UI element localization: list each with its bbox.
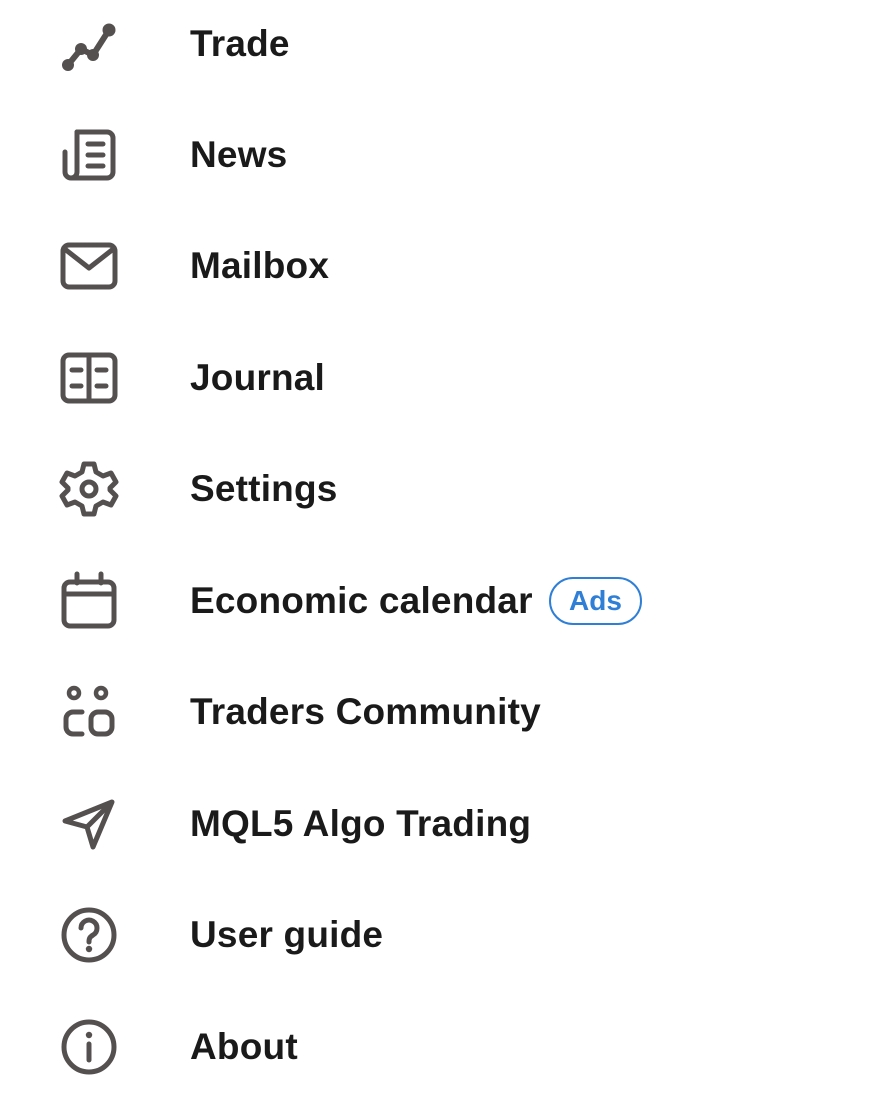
menu-item-mailbox[interactable]: Mailbox: [0, 210, 885, 322]
ads-badge: Ads: [549, 577, 642, 625]
menu-item-news[interactable]: News: [0, 99, 885, 211]
menu-item-traders-community[interactable]: Traders Community: [0, 656, 885, 768]
menu-item-trade[interactable]: Trade: [0, 0, 885, 100]
calendar-icon: [56, 568, 122, 634]
info-icon: [56, 1014, 122, 1080]
menu-item-mql5-algo-trading[interactable]: MQL5 Algo Trading: [0, 768, 885, 880]
menu-item-label: Settings: [190, 468, 338, 509]
gear-icon: [56, 456, 122, 522]
menu-item-label: Mailbox: [190, 245, 330, 286]
mail-icon: [56, 233, 122, 299]
menu-item-label: Traders Community: [190, 691, 541, 732]
journal-icon: [56, 345, 122, 411]
menu-item-label: News: [190, 134, 288, 175]
send-icon: [56, 791, 122, 857]
navigation-menu: Trade News Mailbox Journal Settings Econ…: [0, 0, 885, 1080]
menu-item-label: User guide: [190, 914, 384, 955]
news-icon: [56, 122, 122, 188]
menu-item-economic-calendar[interactable]: Economic calendar Ads: [0, 545, 885, 657]
menu-item-journal[interactable]: Journal: [0, 322, 885, 434]
community-icon: [56, 679, 122, 745]
menu-item-about[interactable]: About: [0, 991, 885, 1103]
help-icon: [56, 902, 122, 968]
trade-chart-icon: [56, 11, 122, 77]
menu-item-settings[interactable]: Settings: [0, 433, 885, 545]
menu-item-label: About: [190, 1026, 298, 1067]
menu-item-label: Economic calendar: [190, 580, 533, 621]
menu-item-label: Journal: [190, 357, 326, 398]
menu-item-label: Trade: [190, 23, 290, 64]
menu-item-label: MQL5 Algo Trading: [190, 803, 532, 844]
menu-item-user-guide[interactable]: User guide: [0, 879, 885, 991]
